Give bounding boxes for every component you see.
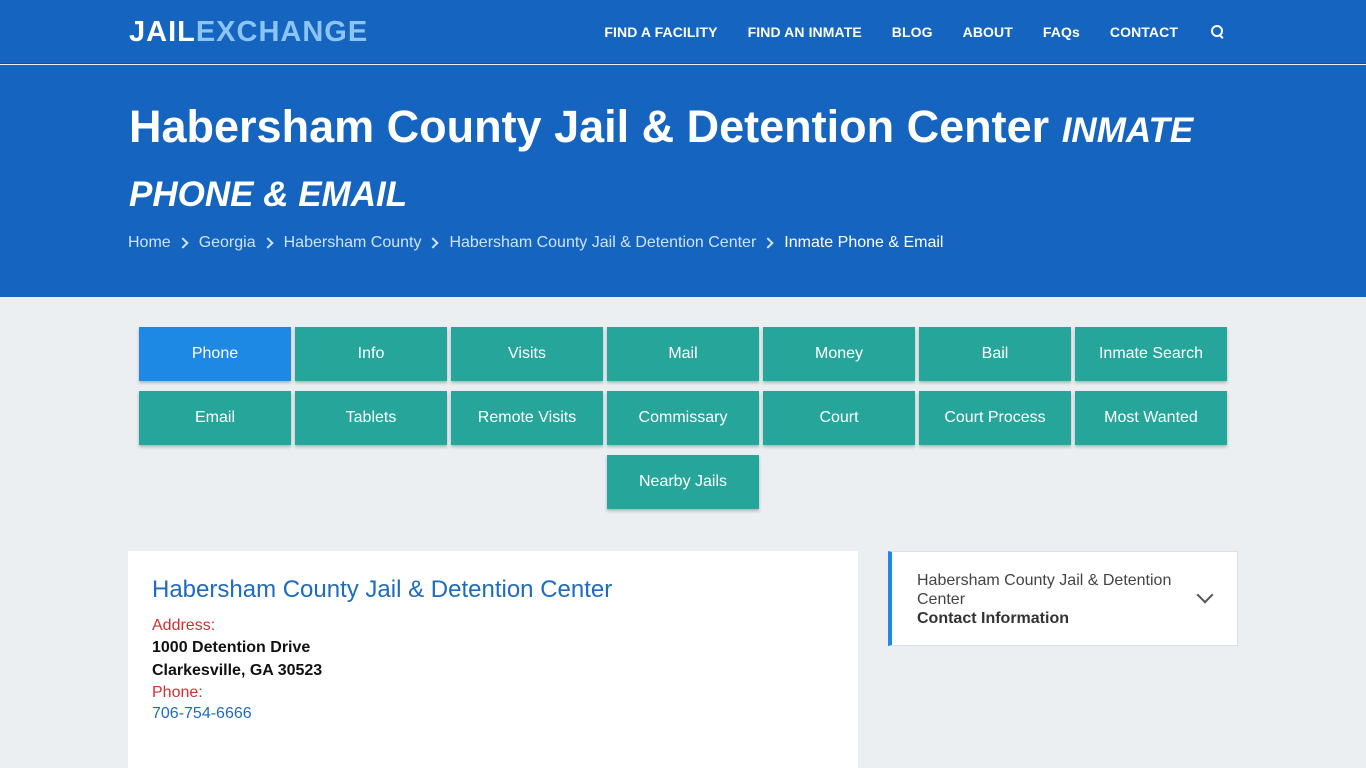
site-logo[interactable]: JAILEXCHANGE bbox=[129, 16, 368, 48]
breadcrumb-county[interactable]: Habersham County bbox=[284, 234, 422, 252]
address-line1: 1000 Detention Drive bbox=[152, 639, 311, 656]
tab-court[interactable]: Court bbox=[763, 391, 915, 445]
tab-nearby-jails[interactable]: Nearby Jails bbox=[607, 455, 759, 509]
chevron-right-icon bbox=[427, 237, 440, 249]
nav-about[interactable]: ABOUT bbox=[963, 24, 1013, 40]
contact-accordion[interactable]: Habersham County Jail & Detention Center… bbox=[888, 551, 1238, 646]
chevron-right-icon bbox=[261, 237, 274, 249]
nav-contact[interactable]: CONTACT bbox=[1110, 24, 1178, 40]
accordion-section: Contact Information bbox=[917, 610, 1069, 627]
page-title-main: Habersham County Jail & Detention Center bbox=[129, 101, 1050, 152]
page-title: Habersham County Jail & Detention Center… bbox=[129, 97, 1229, 225]
nav-find-facility[interactable]: FIND A FACILITY bbox=[604, 24, 717, 40]
chevron-right-icon bbox=[762, 237, 774, 249]
search-icon[interactable] bbox=[1210, 24, 1226, 40]
tab-phone[interactable]: Phone bbox=[139, 327, 291, 381]
tab-bail[interactable]: Bail bbox=[919, 327, 1071, 381]
tab-mail[interactable]: Mail bbox=[607, 327, 759, 381]
hero-banner: Habersham County Jail & Detention Center… bbox=[0, 65, 1366, 297]
tab-commissary[interactable]: Commissary bbox=[607, 391, 759, 445]
tab-court-process[interactable]: Court Process bbox=[919, 391, 1071, 445]
logo-jail: JAIL bbox=[129, 16, 196, 48]
address-label: Address: bbox=[152, 617, 216, 634]
accordion-facility: Habersham County Jail & Detention Center bbox=[917, 572, 1172, 608]
logo-exchange: EXCHANGE bbox=[195, 16, 369, 48]
nav-blog[interactable]: BLOG bbox=[892, 24, 933, 40]
phone-link[interactable]: 706-754-6666 bbox=[152, 705, 252, 723]
breadcrumb-current: Inmate Phone & Email bbox=[784, 234, 944, 251]
tab-most-wanted[interactable]: Most Wanted bbox=[1075, 391, 1227, 445]
facility-card: Habersham County Jail & Detention Center… bbox=[128, 551, 858, 768]
tab-money[interactable]: Money bbox=[763, 327, 915, 381]
phone-label: Phone: bbox=[152, 684, 203, 701]
breadcrumb-home[interactable]: Home bbox=[128, 234, 171, 252]
tab-visits[interactable]: Visits bbox=[451, 327, 603, 381]
tab-inmate-search[interactable]: Inmate Search bbox=[1075, 327, 1227, 381]
breadcrumb: Home Georgia Habersham County Habersham … bbox=[128, 234, 943, 252]
tab-tablets[interactable]: Tablets bbox=[295, 391, 447, 445]
tab-info[interactable]: Info bbox=[295, 327, 447, 381]
breadcrumb-georgia[interactable]: Georgia bbox=[199, 234, 256, 252]
nav-faqs[interactable]: FAQs bbox=[1043, 24, 1080, 40]
facility-title[interactable]: Habersham County Jail & Detention Center bbox=[152, 576, 612, 604]
address-line2: Clarkesville, GA 30523 bbox=[152, 662, 323, 679]
tab-remote-visits[interactable]: Remote Visits bbox=[451, 391, 603, 445]
chevron-down-icon[interactable] bbox=[1196, 586, 1214, 604]
tab-email[interactable]: Email bbox=[139, 391, 291, 445]
top-navbar: JAILEXCHANGE FIND A FACILITY FIND AN INM… bbox=[0, 0, 1366, 64]
breadcrumb-facility[interactable]: Habersham County Jail & Detention Center bbox=[449, 234, 756, 252]
nav-find-inmate[interactable]: FIND AN INMATE bbox=[748, 24, 862, 40]
chevron-right-icon bbox=[177, 237, 189, 249]
main-nav: FIND A FACILITY FIND AN INMATE BLOG ABOU… bbox=[574, 0, 1226, 64]
